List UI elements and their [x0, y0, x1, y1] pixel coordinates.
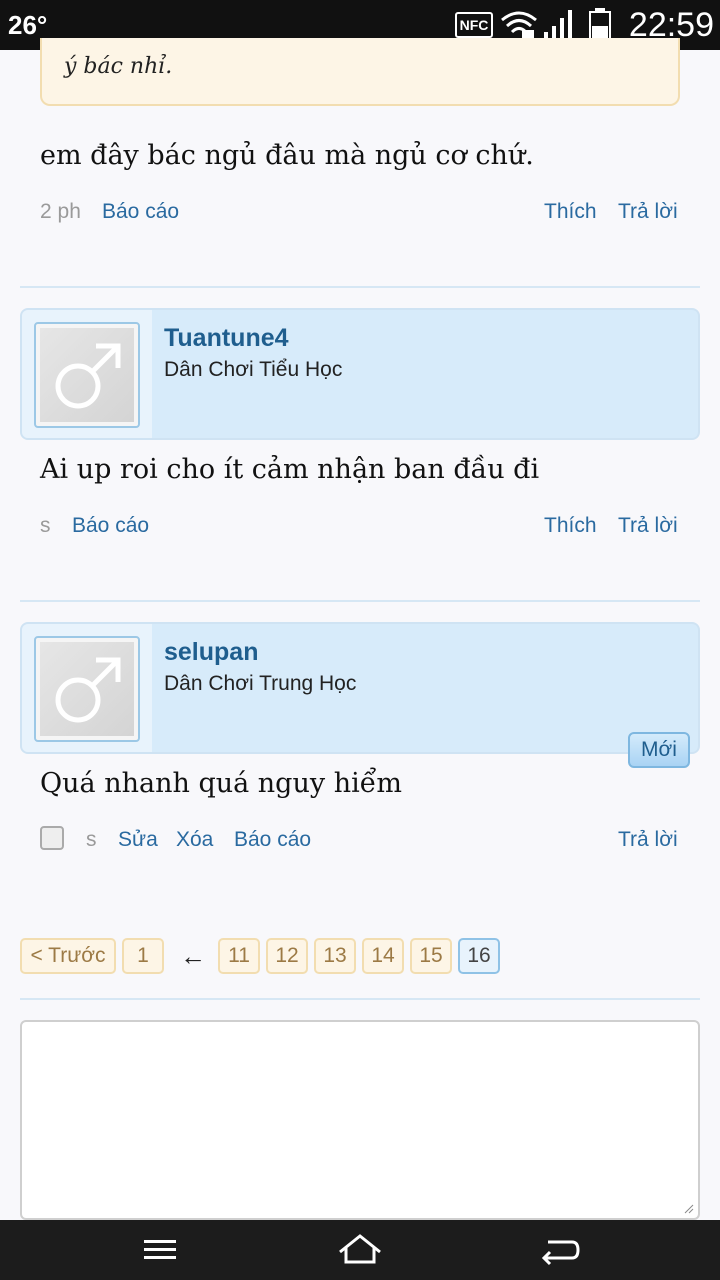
quote-box: ý bác nhỉ.: [40, 38, 680, 106]
divider: [20, 998, 700, 1000]
reply-link[interactable]: Trả lời: [618, 828, 678, 852]
avatar-column: [22, 624, 152, 752]
like-link[interactable]: Thích: [544, 200, 597, 224]
home-icon[interactable]: [336, 1232, 384, 1273]
post-actions: s Báo cáo Thích Trả lời: [40, 514, 680, 546]
post-body: em đây bác ngủ đâu mà ngủ cơ chứ.: [40, 140, 534, 171]
page-13-button[interactable]: 13: [314, 938, 356, 974]
divider: [20, 600, 700, 602]
avatar[interactable]: [34, 636, 140, 742]
page-1-button[interactable]: 1: [122, 938, 164, 974]
page-12-button[interactable]: 12: [266, 938, 308, 974]
avatar-column: [22, 310, 152, 438]
like-link[interactable]: Thích: [544, 514, 597, 538]
reply-link[interactable]: Trả lời: [618, 514, 678, 538]
reply-link[interactable]: Trả lời: [618, 200, 678, 224]
post-body: Ai up roi cho ít cảm nhận ban đầu đi: [40, 454, 540, 485]
left-arrow-icon[interactable]: ←: [180, 938, 206, 974]
report-link[interactable]: Báo cáo: [234, 828, 311, 852]
user-rank: Dân Chơi Trung Học: [164, 672, 357, 695]
resize-handle-icon[interactable]: [684, 1204, 694, 1214]
username[interactable]: selupan: [164, 638, 258, 667]
avatar[interactable]: [34, 322, 140, 428]
post-time: s: [40, 514, 51, 537]
post-body: Quá nhanh quá nguy hiểm: [40, 768, 402, 799]
user-card: Tuantune4 Dân Chơi Tiểu Học: [20, 308, 700, 440]
divider: [20, 286, 700, 288]
post-actions: 2 ph Báo cáo Thích Trả lời: [40, 200, 680, 232]
quote-text: ý bác nhỉ.: [64, 54, 173, 79]
nfc-icon: NFC: [455, 12, 493, 38]
page-16-button[interactable]: 16: [458, 938, 500, 974]
new-badge: Mới: [628, 732, 690, 768]
username[interactable]: Tuantune4: [164, 324, 289, 353]
user-rank: Dân Chơi Tiểu Học: [164, 358, 343, 381]
user-card: selupan Dân Chơi Trung Học: [20, 622, 700, 754]
report-link[interactable]: Báo cáo: [72, 514, 149, 538]
male-icon: [55, 657, 121, 723]
page-15-button[interactable]: 15: [410, 938, 452, 974]
back-icon[interactable]: [538, 1232, 580, 1273]
post-time: s: [86, 828, 97, 851]
report-link[interactable]: Báo cáo: [102, 200, 179, 224]
delete-link[interactable]: Xóa: [176, 828, 213, 852]
reply-textarea[interactable]: [20, 1020, 700, 1220]
navigation-bar: [0, 1220, 720, 1280]
page-14-button[interactable]: 14: [362, 938, 404, 974]
post-time: 2 ph: [40, 200, 81, 223]
edit-link[interactable]: Sửa: [118, 828, 158, 852]
page-11-button[interactable]: 11: [218, 938, 260, 974]
male-icon: [55, 343, 121, 409]
temperature: 26°: [8, 10, 48, 40]
post-actions: s Sửa Xóa Báo cáo Trả lời: [40, 828, 680, 860]
menu-icon[interactable]: [142, 1232, 178, 1273]
prev-page-button[interactable]: < Trước: [20, 938, 116, 974]
